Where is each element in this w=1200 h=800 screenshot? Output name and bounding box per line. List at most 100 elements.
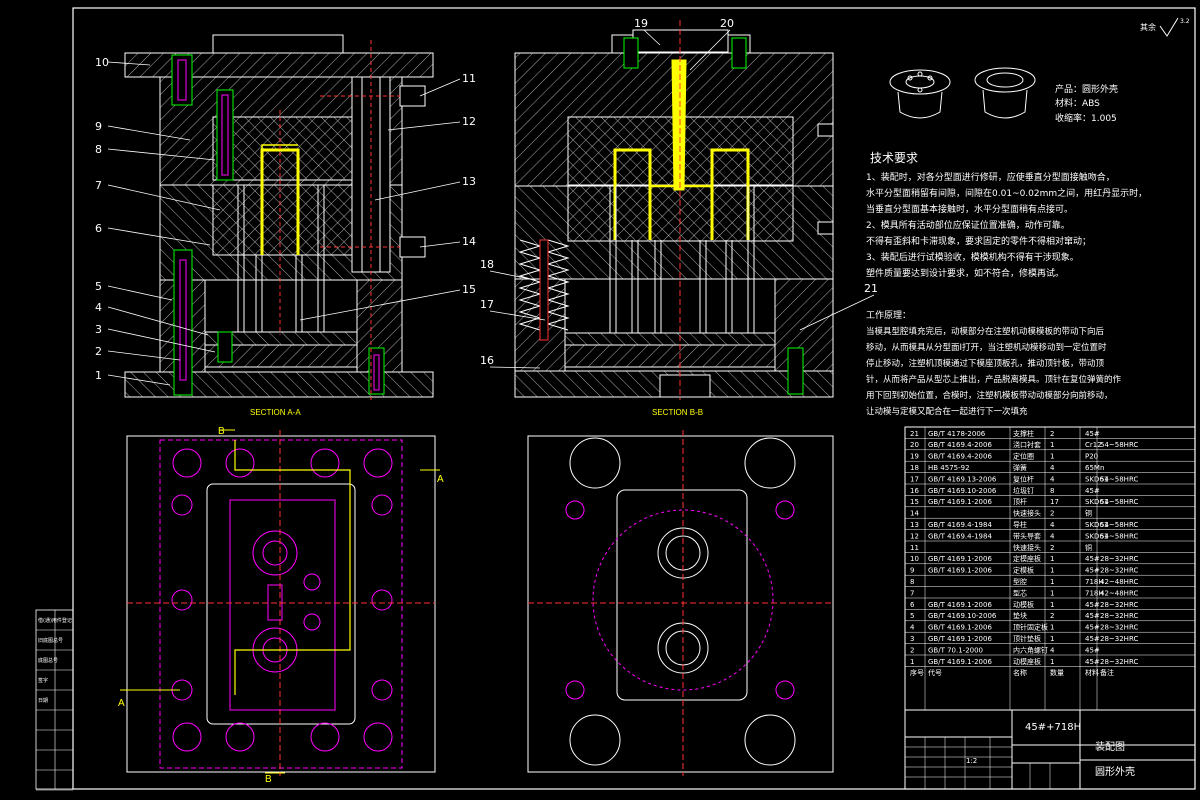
side-strip: 借(通)用件登记旧底图总号底图总号签字日期 [35,609,74,791]
bom-cell: 铜 [1085,509,1092,518]
bom-cell: GB/T 4169.1-2006 [928,567,992,575]
callout-label: 18 [480,258,494,271]
title-scale: 1:2 [966,757,977,765]
bom-cell: 1 [1050,635,1054,643]
work-principle-title: 工作原理： [866,309,911,321]
marker-a-left: A [118,698,125,709]
bom-cell: 3 [910,635,914,643]
bom-cell: 1 [910,658,914,666]
callout-label: 12 [462,115,476,128]
work-line: 移动，从而模具从分型面Ⅰ打开，当注塑机动模移动到一定位置时 [866,342,1107,353]
title-block: 45#+718H 装配图 圆形外壳 1:2 [904,709,1196,790]
tech-line: 当垂直分型面基本接触时，水平分型面稍有点接可。 [866,203,1073,215]
callout-label: 4 [95,301,102,314]
callout-label: 6 [95,222,102,235]
bom-cell: 复位杆 [1013,474,1034,483]
tech-line: 3、装配后进行试模验收，模模机构不得有干涉现象。 [866,251,1079,263]
bom-cell: 54~58HRC [1100,475,1138,483]
bom-cell: 导柱 [1013,520,1027,529]
bom-cell: 定模板 [1013,566,1034,575]
bom-cell: 快速接头 [1013,543,1041,552]
bom-cell: 45# [1085,567,1100,575]
bom-cell: 内六角螺钉 [1013,645,1048,654]
product-icon-bottom [974,67,1036,119]
bom-cell: 28~32HRC [1100,612,1138,620]
bom-cell: 45# [1085,646,1100,654]
bom-cell: 4 [1050,532,1055,540]
product-name: 产品：圆形外壳 [1055,83,1118,95]
bom-cell: 4 [1050,521,1055,529]
tech-requirements-title: 技术要求 [870,151,918,165]
bom-cell: 12 [910,532,919,540]
bom-cell: 28~32HRC [1100,601,1138,609]
bom-header-cell: 数量 [1050,668,1064,677]
plan-view-right [527,430,834,776]
work-line: 当模具型腔填充完后，动模部分在注塑机动模模板的带动下向后 [866,326,1105,337]
product-material: 材料：ABS [1055,97,1100,109]
bom-cell: 45# [1085,612,1100,620]
bom-cell: GB/T 4169.1-2006 [928,555,992,563]
bom-cell: 18 [910,464,919,472]
bom-cell: 54~58HRC [1100,441,1138,449]
bom-cell: 定模座板 [1013,554,1041,563]
callout-label: 17 [480,298,494,311]
bom-cell: 1 [1050,658,1054,666]
work-line: 让动模与定模又配合在一起进行下一次填充 [866,406,1028,417]
bom-cell: 45# [1085,635,1100,643]
callout-label: 1 [95,369,102,382]
side-label: 旧底图总号 [38,637,63,644]
bom-cell: 15 [910,498,919,506]
bom-cell: 21 [910,430,919,438]
bom-cell: 垫块 [1013,611,1027,620]
bom-cell: 2 [1050,430,1054,438]
bom-cell: 17 [1050,498,1059,506]
callout-label: 21 [864,282,878,295]
title-part: 圆形外壳 [1095,765,1135,778]
section-title-a: SECTION A-A [250,408,301,417]
bom-cell: GB/T 4169.1-2006 [928,635,992,643]
bom-cell: 42~48HRC [1100,578,1138,586]
bom-cell: 54~58HRC [1100,498,1138,506]
bom-cell: 45# [1085,487,1100,495]
callout-label: 5 [95,280,102,293]
bom-cell: 1 [1050,601,1054,609]
roughness-value: 3.2 [1180,18,1190,25]
bom-cell: GB/T 4169.1-2006 [928,601,992,609]
callout-label: 19 [634,17,648,30]
callout-label: 7 [95,179,102,192]
bom-cell: 动模座板 [1013,657,1041,666]
section-title-b: SECTION B-B [652,408,703,417]
title-drawing: 装配图 [1095,740,1125,753]
roughness-symbol [1159,17,1179,37]
bom-cell: 1 [1050,441,1054,449]
bom-cell: GB/T 4169.4-2006 [928,441,992,449]
bom-cell: 垃圾钉 [1013,486,1034,495]
bom-cell: 45# [1085,601,1100,609]
side-label: 借(通)用件登记 [38,617,72,624]
marker-b-top: B [218,426,225,437]
bom-header-cell: 材料 [1085,668,1099,677]
bom-cell: 28~32HRC [1100,658,1138,666]
bom-cell: 45# [1085,658,1100,666]
bom-cell: 1 [1050,453,1054,461]
bom-cell: 7 [910,589,914,597]
callout-label: 15 [462,283,476,296]
bom-cell: 45# [1085,624,1100,632]
callout-label: 9 [95,120,102,133]
bom-cell: 54~58HRC [1100,521,1138,529]
bom-cell: 1 [1050,578,1054,586]
bom-header-cell: 名称 [1013,668,1027,677]
bom-cell: 45# [1085,430,1100,438]
bom-cell: GB/T 70.1-2000 [928,646,983,654]
section-b-b [514,20,834,400]
product-shrinkage: 收缩率：1.005 [1055,112,1117,124]
bom-cell: GB/T 4169.1-2006 [928,498,992,506]
bom-cell: 28~32HRC [1100,635,1138,643]
bom-cell: 2 [1050,544,1054,552]
bom-cell: GB/T 4169.4-2006 [928,453,992,461]
callout-label: 13 [462,175,476,188]
bom-cell: 16 [910,487,919,495]
callout-label: 16 [480,354,494,367]
bom-cell: 8 [1050,487,1054,495]
bom-cell: 6 [910,601,915,609]
